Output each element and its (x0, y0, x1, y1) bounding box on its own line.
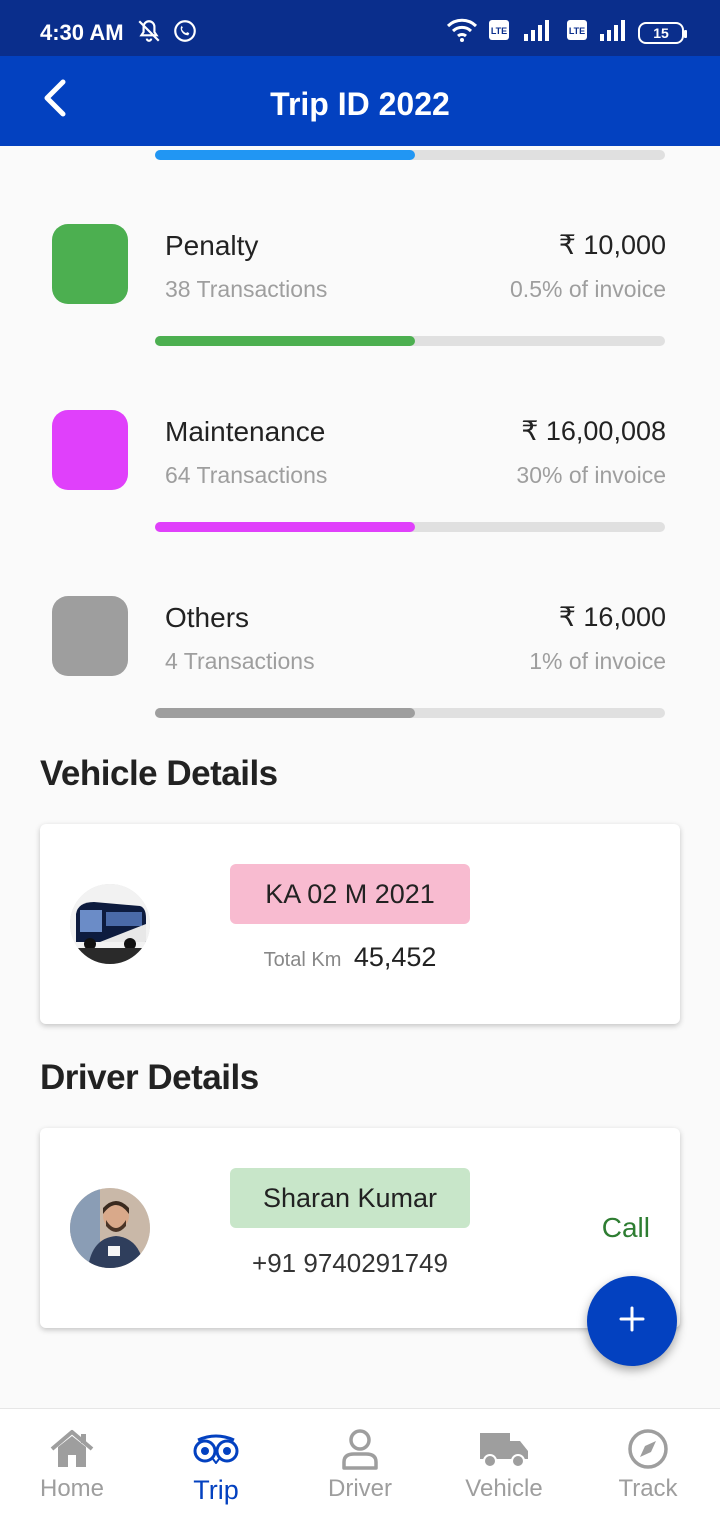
category-progress-bar (155, 336, 665, 346)
category-swatch (52, 410, 128, 490)
total-km-row: Total Km 45,452 (230, 942, 470, 973)
status-time: 4:30 AM (40, 20, 124, 45)
svg-text:LTE: LTE (569, 26, 585, 36)
nav-item-driver[interactable]: Driver (288, 1409, 432, 1520)
bottom-navigation: Home Trip Driver Vehicle Track (0, 1408, 720, 1520)
category-row-penalty[interactable]: Penalty 38 Transactions ₹ 10,000 0.5% of… (0, 224, 720, 354)
home-icon (48, 1427, 96, 1471)
trip-icon (192, 1427, 240, 1471)
bell-off-icon (136, 18, 162, 49)
volte-icon: LTE (566, 19, 588, 46)
vehicle-plate-chip: KA 02 M 2021 (230, 864, 470, 924)
category-percent: 1% of invoice (529, 648, 666, 674)
progress-bar (155, 150, 665, 160)
nav-item-track[interactable]: Track (576, 1409, 720, 1520)
signal-icon (520, 19, 556, 46)
category-amount: ₹ 16,000 (558, 602, 666, 632)
plus-icon (617, 1304, 647, 1339)
nav-label: Trip (193, 1475, 239, 1505)
category-amount: ₹ 10,000 (558, 230, 666, 260)
category-percent: 30% of invoice (516, 462, 666, 488)
category-amount: ₹ 16,00,008 (521, 416, 666, 446)
whatsapp-icon (172, 18, 198, 49)
wifi-icon (446, 18, 478, 47)
driver-avatar (70, 1188, 150, 1268)
page-title: Trip ID 2022 (270, 86, 450, 122)
nav-item-home[interactable]: Home (0, 1409, 144, 1520)
progress-fill (155, 336, 416, 346)
category-swatch (52, 596, 128, 676)
driver-details-title: Driver Details (40, 1058, 259, 1097)
category-progress-bar (155, 522, 665, 532)
total-km-value: 45,452 (353, 942, 437, 972)
nav-label: Driver (328, 1475, 392, 1502)
category-progress-bar (155, 708, 665, 718)
category-transactions: 64 Transactions (165, 462, 328, 488)
category-name: Others (165, 602, 250, 633)
category-name: Penalty (165, 230, 259, 261)
app-bar: Trip ID 2022 (0, 56, 720, 146)
vehicle-card[interactable]: KA 02 M 2021 Total Km 45,452 (40, 824, 680, 1024)
call-button[interactable]: Call (602, 1212, 650, 1244)
truck-icon (478, 1427, 530, 1471)
category-swatch (52, 224, 128, 304)
driver-card[interactable]: Sharan Kumar +91 9740291749 Call (40, 1128, 680, 1328)
progress-fill (155, 708, 416, 718)
progress-fill (155, 150, 416, 160)
nav-label: Track (618, 1475, 678, 1502)
nav-label: Vehicle (465, 1475, 543, 1502)
nav-label: Home (39, 1475, 105, 1502)
category-transactions: 38 Transactions (165, 276, 328, 302)
nav-item-trip[interactable]: Trip (144, 1409, 288, 1520)
signal-icon (598, 19, 628, 46)
driver-phone: +91 9740291749 (252, 1248, 448, 1278)
bus-avatar (70, 884, 150, 964)
vehicle-details-title: Vehicle Details (40, 754, 278, 793)
volte-icon: LTE (488, 19, 510, 46)
svg-text:LTE: LTE (491, 26, 507, 36)
total-km-label: Total Km (263, 949, 342, 971)
driver-name-chip: Sharan Kumar (230, 1168, 470, 1228)
person-icon (340, 1427, 380, 1471)
category-name: Maintenance (165, 416, 326, 447)
category-percent: 0.5% of invoice (510, 276, 666, 302)
category-row-maintenance[interactable]: Maintenance 64 Transactions ₹ 16,00,008 … (0, 410, 720, 540)
battery-icon: 15 (638, 21, 687, 44)
add-fab-button[interactable] (587, 1276, 677, 1366)
category-transactions: 4 Transactions (165, 648, 315, 674)
nav-item-vehicle[interactable]: Vehicle (432, 1409, 576, 1520)
status-bar: 4:30 AM LTE LTE 15 (0, 0, 720, 56)
compass-icon (626, 1427, 670, 1471)
progress-fill (155, 522, 416, 532)
category-row-others[interactable]: Others 4 Transactions ₹ 16,000 1% of inv… (0, 596, 720, 726)
